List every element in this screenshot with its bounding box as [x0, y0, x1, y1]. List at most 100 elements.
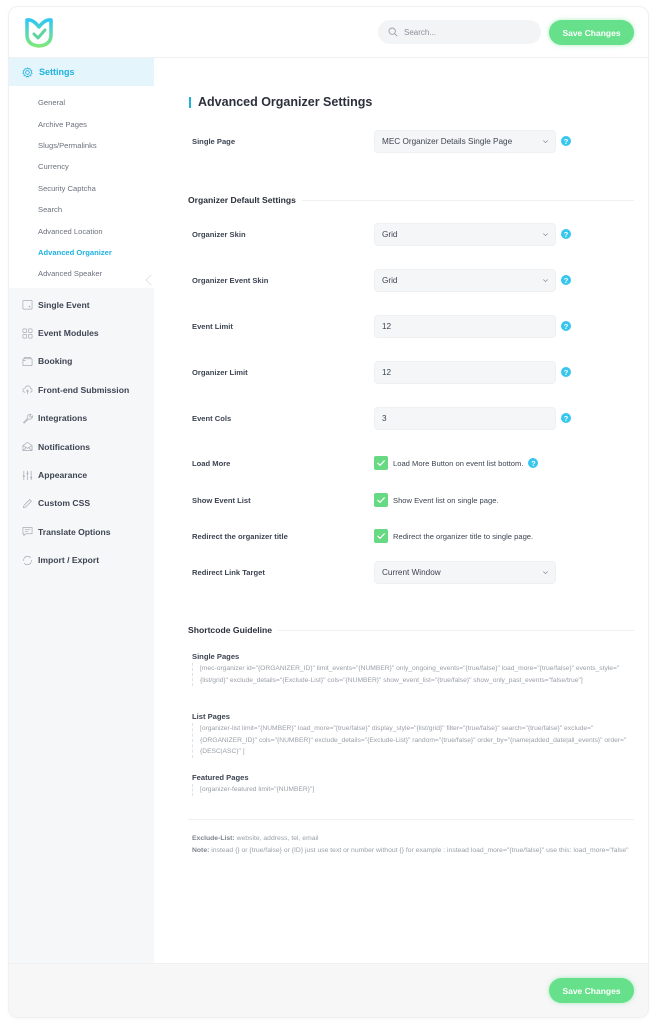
sidebar-item-import-export[interactable]: Import / Export: [9, 546, 154, 574]
event-limit-label: Event Limit: [192, 321, 233, 331]
sidebar-item-label: Front-end Submission: [38, 384, 130, 395]
search-box[interactable]: [378, 20, 541, 44]
redirect-title-checkbox[interactable]: [374, 529, 388, 543]
sidebar-item-label: Single Event: [38, 299, 90, 310]
help-icon[interactable]: ?: [561, 229, 571, 239]
event-cols-input[interactable]: 3: [374, 406, 556, 430]
sidebar-subitem-currency[interactable]: Currency: [9, 156, 154, 177]
chevron-down-icon: [543, 139, 548, 143]
featured-pages-code: [organizer-featured limit="{NUMBER}"]: [192, 784, 632, 796]
search-icon: [388, 27, 398, 37]
save-changes-button-bottom[interactable]: Save Changes: [549, 978, 634, 1003]
sidebar-subitem-slugs-permalinks[interactable]: Slugs/Permalinks: [9, 135, 154, 156]
single-page-row: Single Page MEC Organizer Details Single…: [192, 129, 612, 153]
help-icon[interactable]: ?: [561, 367, 571, 377]
sidebar-item-event-modules[interactable]: Event Modules: [9, 319, 154, 347]
single-pages-heading: Single Pages: [192, 652, 240, 661]
cloud-upload-icon: [22, 385, 33, 395]
sidebar-item-booking[interactable]: Booking: [9, 347, 154, 375]
sidebar-item-notifications[interactable]: Notifications: [9, 432, 154, 460]
redirect-title-text: Redirect the organizer title to single p…: [393, 531, 534, 541]
organizer-limit-input[interactable]: 12: [374, 360, 556, 384]
single-pages-code: [mec-organizer id="{ORGANIZER_ID}" limit…: [192, 663, 632, 687]
sidebar-subitem-advanced-organizer[interactable]: Advanced Organizer: [9, 242, 154, 263]
sidebar-item-label: Event Modules: [38, 328, 99, 339]
sidebar-subitem-archive-pages[interactable]: Archive Pages: [9, 113, 154, 134]
help-icon[interactable]: ?: [561, 413, 571, 423]
sidebar-item-front-end-submission[interactable]: Front-end Submission: [9, 376, 154, 404]
redirect-title-label: Redirect the organizer title: [192, 531, 288, 541]
sidebar-main-menu: Single Event Event Modules Booking Front…: [9, 288, 154, 575]
organizer-limit-label: Organizer Limit: [192, 367, 248, 377]
show-event-list-checkbox[interactable]: [374, 493, 388, 507]
title-accent-bar: [189, 96, 191, 108]
featured-pages-heading: Featured Pages: [192, 773, 249, 782]
main-content: Advanced Organizer Settings Single Page …: [154, 57, 648, 963]
checkmark-icon: [377, 533, 385, 539]
sidebar-item-label: Translate Options: [38, 526, 111, 537]
help-icon[interactable]: ?: [561, 136, 571, 146]
chat-icon: [22, 527, 33, 537]
sidebar-item-custom-css[interactable]: Custom CSS: [9, 489, 154, 517]
organizer-event-skin-select[interactable]: Grid: [374, 268, 556, 292]
sidebar-subitem-security-captcha[interactable]: Security Captcha: [9, 178, 154, 199]
help-icon[interactable]: ?: [561, 275, 571, 285]
list-pages-shortcode: List Pages [organizer-list limit="{NUMBE…: [192, 712, 632, 758]
grid-icon: [22, 328, 33, 339]
exclude-list-text: website, address, tel, email: [234, 835, 319, 842]
checkmark-icon: [377, 497, 385, 503]
sidebar-item-settings[interactable]: Settings: [9, 58, 154, 86]
load-more-row: Load More Load More Button on event list…: [192, 451, 612, 475]
sidebar-item-translate-options[interactable]: Translate Options: [9, 518, 154, 546]
load-more-label: Load More: [192, 458, 231, 468]
sidebar-item-integrations[interactable]: Integrations: [9, 404, 154, 432]
sidebar: Settings General Archive Pages Slugs/Per…: [9, 57, 157, 963]
gear-icon: [22, 66, 33, 77]
show-event-list-row: Show Event List Show Event list on singl…: [192, 488, 612, 512]
show-event-list-text: Show Event list on single page.: [393, 495, 499, 505]
help-icon[interactable]: ?: [561, 321, 571, 331]
sidebar-item-label: Custom CSS: [38, 498, 91, 509]
single-page-label: Single Page: [192, 136, 236, 146]
organizer-skin-value: Grid: [382, 229, 398, 239]
redirect-link-target-label: Redirect Link Target: [192, 567, 265, 577]
single-page-select[interactable]: MEC Organizer Details Single Page: [374, 129, 556, 153]
help-icon[interactable]: ?: [528, 458, 539, 468]
note-label: Note:: [192, 846, 210, 854]
usage-note: Note: instead {} or {true/false} or {ID}…: [192, 845, 632, 857]
settings-panel: Save Changes Settings General Archive Pa…: [8, 6, 649, 1018]
checkmark-icon: [377, 460, 385, 466]
redirect-link-target-value: Current Window: [382, 567, 441, 577]
settings-submenu: General Archive Pages Slugs/Permalinks C…: [9, 86, 157, 288]
sidebar-item-single-event[interactable]: Single Event: [9, 291, 154, 319]
shortcode-notes: Exclude-List: website, address, tel, ema…: [192, 833, 632, 856]
organizer-skin-select[interactable]: Grid: [374, 222, 556, 246]
header: Save Changes: [9, 7, 648, 57]
event-cols-value: 3: [382, 413, 387, 423]
organizer-limit-value: 12: [382, 367, 392, 377]
page-title: Advanced Organizer Settings: [189, 95, 372, 109]
redirect-link-target-select[interactable]: Current Window: [374, 560, 556, 584]
save-changes-button-top[interactable]: Save Changes: [549, 20, 634, 45]
event-limit-input[interactable]: 12: [374, 314, 556, 338]
chevron-down-icon: [543, 278, 548, 282]
event-cols-label: Event Cols: [192, 413, 232, 423]
sidebar-subitem-search[interactable]: Search: [9, 199, 154, 220]
search-input[interactable]: [404, 27, 524, 37]
organizer-event-skin-row: Organizer Event Skin Grid ?: [192, 268, 612, 292]
refresh-icon: [22, 555, 33, 565]
sidebar-subitem-advanced-location[interactable]: Advanced Location: [9, 220, 154, 241]
sidebar-subitem-general[interactable]: General: [9, 92, 154, 113]
sidebar-item-label: Import / Export: [38, 555, 100, 566]
sliders-icon: [22, 470, 33, 480]
sidebar-item-label: Booking: [38, 356, 73, 367]
sidebar-subitem-advanced-speaker[interactable]: Advanced Speaker: [9, 263, 154, 284]
load-more-checkbox[interactable]: [374, 456, 388, 470]
organizer-default-settings-heading: Organizer Default Settings: [188, 195, 634, 205]
sidebar-item-label: Integrations: [38, 413, 88, 424]
section-title-text: Shortcode Guideline: [188, 625, 273, 635]
show-event-list-label: Show Event List: [192, 495, 251, 505]
sidebar-item-appearance[interactable]: Appearance: [9, 461, 154, 489]
mec-logo-icon: [25, 18, 53, 48]
notes-divider: [188, 819, 634, 820]
